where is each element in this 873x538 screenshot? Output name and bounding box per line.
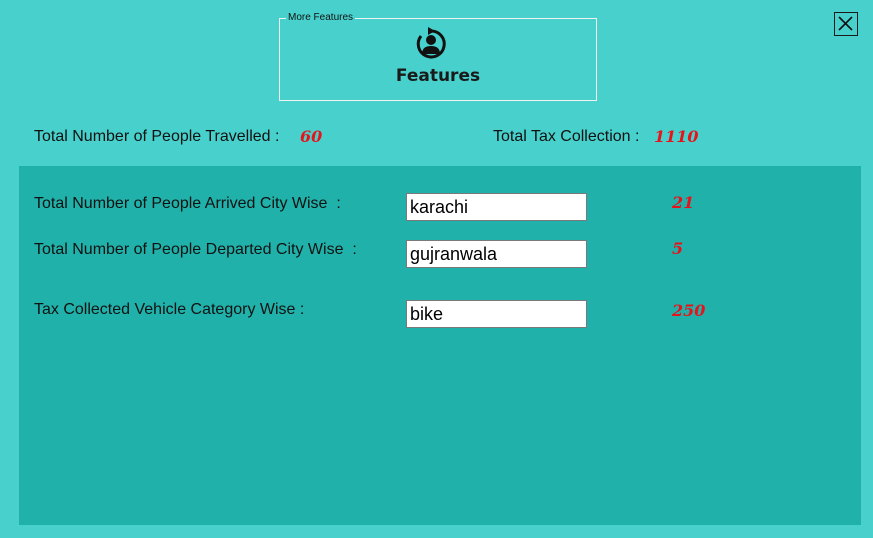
- arrived-city-input[interactable]: [406, 193, 587, 221]
- features-groupbox: More Features Features: [279, 12, 597, 101]
- vehicle-category-input[interactable]: [406, 300, 587, 328]
- close-button[interactable]: [834, 12, 858, 36]
- features-title[interactable]: Features: [280, 66, 596, 86]
- user-refresh-icon[interactable]: [413, 27, 449, 61]
- arrived-city-label: Total Number of People Arrived City Wise…: [34, 195, 341, 212]
- vehicle-tax-result: 250: [672, 301, 706, 320]
- people-travelled-label: Total Number of People Travelled :: [34, 128, 280, 145]
- tax-collection-value: 1110: [654, 127, 699, 146]
- close-icon: [838, 16, 853, 31]
- departed-city-result: 5: [672, 239, 684, 258]
- tax-collection-label: Total Tax Collection :: [493, 128, 640, 145]
- people-travelled-value: 60: [300, 127, 323, 146]
- departed-city-label: Total Number of People Departed City Wis…: [34, 241, 357, 258]
- vehicle-tax-label: Tax Collected Vehicle Category Wise :: [34, 301, 305, 318]
- arrived-city-result: 21: [672, 193, 695, 212]
- features-group-legend: More Features: [286, 12, 356, 24]
- departed-city-input[interactable]: [406, 240, 587, 268]
